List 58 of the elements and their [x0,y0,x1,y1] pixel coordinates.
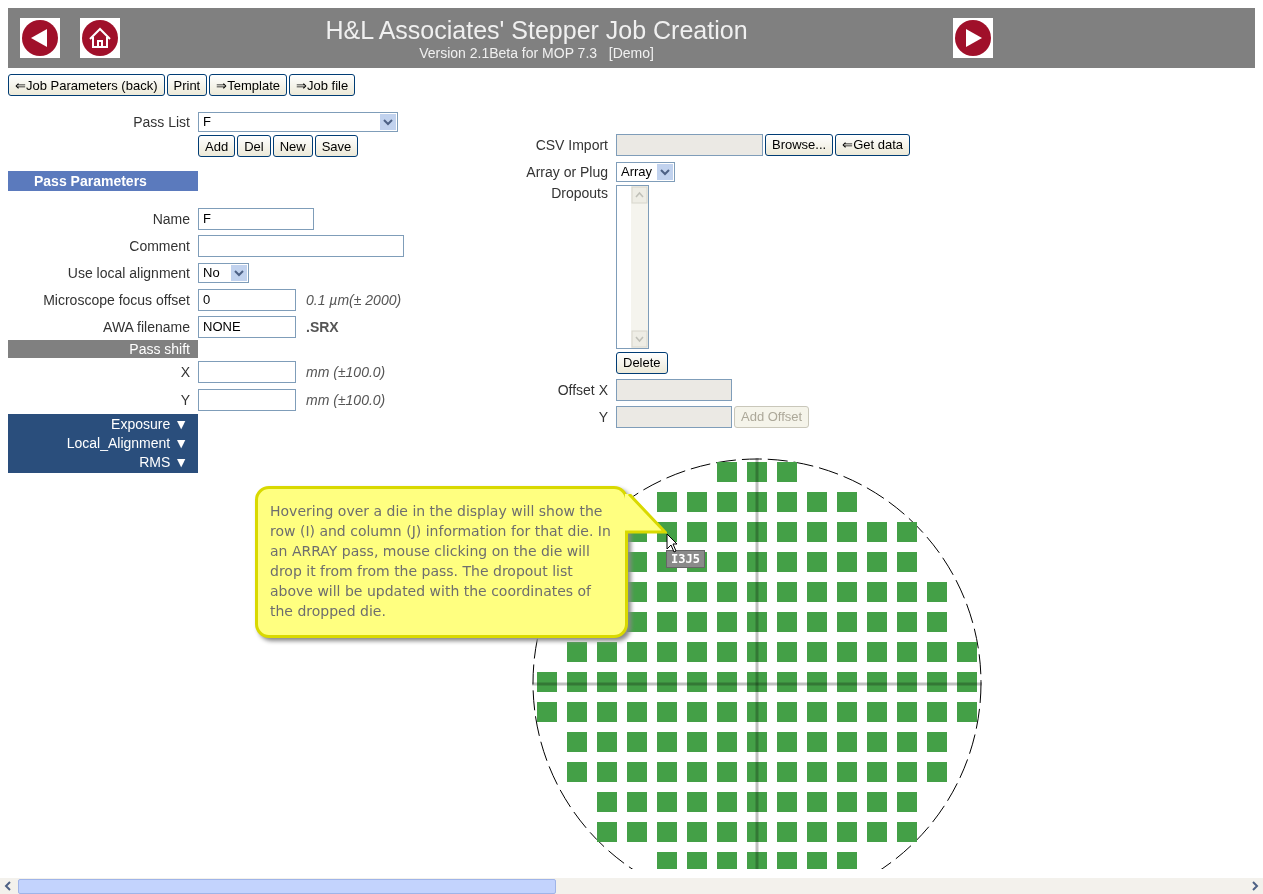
page-title: H&L Associates' Stepper Job Creation [325,15,748,45]
select-field[interactable]: Array [616,161,675,182]
input-field[interactable] [198,361,296,383]
field-label: Use local alignment [66,264,190,281]
field-label: Comment [128,237,190,254]
section-toggle-link[interactable]: RMS ▼ [139,453,188,472]
dropdown-caret-icon[interactable] [380,113,396,130]
field-label: Y [597,408,608,425]
file-extension: .SRX [306,318,339,335]
field-note: mm (±100.0) [306,392,386,408]
pass-action-button[interactable]: Save [314,135,359,157]
section-toggle-link[interactable]: Local_Alignment ▼ [66,434,188,453]
home-icon[interactable] [80,18,120,58]
horizontal-scrollbar[interactable] [0,878,1263,894]
pass-action-button[interactable]: Del [237,135,271,157]
select-field[interactable]: No [198,262,249,283]
field-label: X [179,364,190,380]
section-heading: Pass shift [8,340,198,358]
dropdown-caret-icon[interactable] [657,163,673,180]
dropouts-list[interactable] [616,185,649,349]
csv-button[interactable]: Browse... [765,133,834,156]
help-callout: Hovering over a die in the display will show the row (I) and column (J) information for that die. In an ARRAY pass, mouse clicking on the die will drop it from from the pass. The dropout list above will be updated with the coordinates of the dropped die. [255,486,628,638]
field-label: Offset X [556,381,608,398]
input-field[interactable]: NONE [198,315,296,338]
delete-button[interactable]: Delete [616,351,668,374]
toolbar-button[interactable]: ⇒Job file [289,74,356,96]
toolbar-button[interactable]: Print [166,74,208,96]
forward-arrow-icon[interactable] [953,18,993,58]
field-label: Pass List [132,113,190,130]
input-field[interactable]: F [198,207,314,230]
field-note: mm (±100.0) [306,364,386,380]
field-label: Y [179,392,190,408]
field-label: Microscope focus offset [42,291,190,308]
input-field[interactable] [198,389,296,411]
scrollbar-icon[interactable] [631,186,648,348]
field-label: Name [151,210,190,227]
toolbar-button[interactable]: ⇒Template [209,74,287,96]
mouse-cursor-icon [666,533,678,553]
field-label: CSV Import [534,136,608,153]
field-note: 0.1 µm(± 2000) [306,291,402,308]
input-field[interactable]: 0 [198,288,296,311]
field-label: Dropouts [550,185,608,201]
toolbar-button[interactable]: ⇐Job Parameters (back) [8,74,165,96]
back-arrow-icon[interactable] [20,18,60,58]
field-label: Array or Plug [525,163,608,180]
version-subtitle: Version 2.1Beta for MOP 7.3 [Demo] [419,44,654,61]
input-field[interactable] [198,234,404,257]
csv-button[interactable]: ⇐Get data [835,133,911,156]
scrollbar-thumb[interactable] [18,878,556,894]
callout-pointer-icon [625,494,667,536]
pass-list-select[interactable]: F [198,111,398,132]
pass-action-button[interactable]: New [272,135,313,157]
section-toggle-link[interactable]: Exposure ▼ [111,415,188,434]
dropdown-caret-icon[interactable] [231,264,247,281]
pass-action-button[interactable]: Add [198,135,236,157]
field-label: AWA filename [102,318,190,335]
section-heading: Pass Parameters [8,171,198,191]
die-coordinate-tooltip: I3J5 [666,550,705,568]
